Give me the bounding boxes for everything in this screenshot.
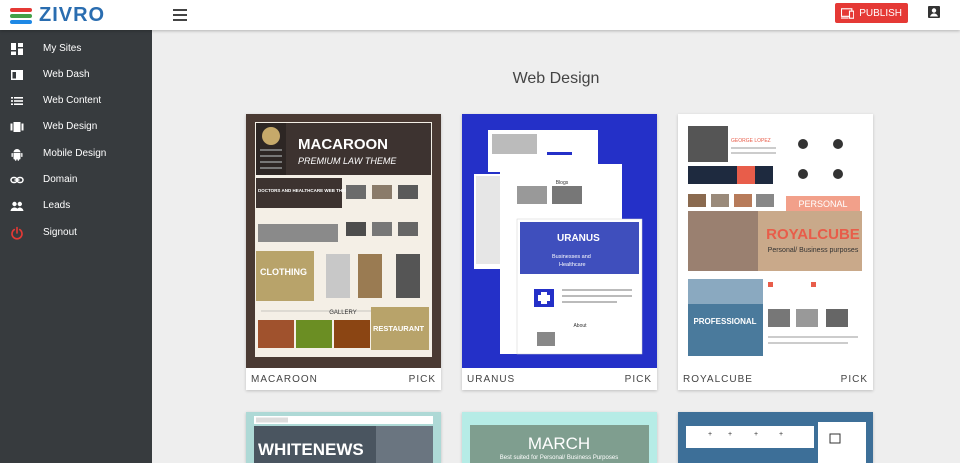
macaroon-preview-title: MACAROON <box>298 136 388 153</box>
template-name: MACAROON <box>251 374 318 385</box>
menu-toggle-icon[interactable] <box>173 9 187 21</box>
sidebar-item-label: My Sites <box>43 43 82 54</box>
sidebar-item-label: Web Dash <box>43 69 90 80</box>
link-icon <box>10 176 24 184</box>
royalcube-preview-subtitle: Personal/ Business purposes <box>768 247 859 254</box>
template-card-footer: URANUS PICK <box>462 368 657 390</box>
royalcube-preview-banner: PROFESSIONAL <box>693 317 756 326</box>
devices-icon <box>841 7 855 19</box>
march-preview-graphic: MARCH Best suited for Personal/ Business… <box>462 412 657 463</box>
sidebar-item-leads[interactable]: Leads <box>0 193 152 219</box>
sidebar: My Sites Web Dash Web Content Web Design… <box>0 30 152 463</box>
royalcube-preview-title: ROYALCUBE <box>766 226 860 243</box>
macaroon-preview-section2: CLOTHING <box>260 267 307 277</box>
template-card-whitenews[interactable]: WHITENEWS <box>246 412 441 463</box>
sidebar-item-label: Mobile Design <box>43 148 107 159</box>
logo-stripes-icon <box>10 7 32 24</box>
uranus-preview-line2: Healthcare <box>559 262 586 268</box>
list-icon <box>11 97 23 105</box>
sidebar-item-label: Signout <box>43 227 77 238</box>
uranus-preview-title: URANUS <box>557 233 600 244</box>
sidebar-item-label: Leads <box>43 200 71 211</box>
uranus-preview-about: About <box>573 323 587 329</box>
template-preview-royalcube[interactable]: GEORGE LOPEZ PERSONAL ROYALCUBE Personal… <box>678 114 873 368</box>
macaroon-preview-graphic: MACAROON PREMIUM LAW THEME DOCTORS AND H… <box>246 114 441 368</box>
third-row2-preview-graphic: + + + + <box>678 412 873 463</box>
march-preview-subtitle: Best suited for Personal/ Business Purpo… <box>500 455 618 461</box>
uranus-preview-line1: Businesses and <box>552 254 591 260</box>
whitenews-preview-graphic: WHITENEWS <box>246 412 441 463</box>
brand-name: ZIVRO <box>39 4 106 26</box>
template-card-macaroon[interactable]: MACAROON PREMIUM LAW THEME DOCTORS AND H… <box>246 114 441 390</box>
plus-icon: + <box>708 431 712 438</box>
brand-logo[interactable]: ZIVRO <box>10 4 105 27</box>
sidebar-item-my-sites[interactable]: My Sites <box>0 36 152 62</box>
pick-button[interactable]: PICK <box>409 374 436 385</box>
template-name: ROYALCUBE <box>683 374 753 385</box>
plus-icon: + <box>779 431 783 438</box>
sidebar-item-web-content[interactable]: Web Content <box>0 88 152 114</box>
template-preview-uranus[interactable]: Blogs URANUS Businesses and Healthcare A… <box>462 114 657 368</box>
sidebar-item-domain[interactable]: Domain <box>0 167 152 193</box>
template-card-third-row2[interactable]: + + + + <box>678 412 873 463</box>
macaroon-preview-subtitle: PREMIUM LAW THEME <box>298 156 397 166</box>
web-dash-icon <box>11 70 23 80</box>
top-bar: ZIVRO PUBLISH <box>0 0 960 30</box>
macaroon-preview-section3: GALLERY <box>329 310 357 316</box>
march-preview-title: MARCH <box>528 434 590 453</box>
pick-button[interactable]: PICK <box>625 374 652 385</box>
template-card-uranus[interactable]: Blogs URANUS Businesses and Healthcare A… <box>462 114 657 390</box>
sidebar-item-signout[interactable]: Signout <box>0 220 152 246</box>
royalcube-preview-tag: PERSONAL <box>798 199 847 209</box>
sidebar-item-web-design[interactable]: Web Design <box>0 114 152 140</box>
sidebar-item-label: Web Design <box>43 121 98 132</box>
pick-button[interactable]: PICK <box>841 374 868 385</box>
dashboard-grid-icon <box>11 43 23 55</box>
sidebar-item-web-dash[interactable]: Web Dash <box>0 62 152 88</box>
power-icon <box>11 226 23 240</box>
sidebar-item-label: Domain <box>43 174 78 185</box>
template-card-footer: ROYALCUBE PICK <box>678 368 873 390</box>
template-preview-macaroon[interactable]: MACAROON PREMIUM LAW THEME DOCTORS AND H… <box>246 114 441 368</box>
template-card-footer: MACAROON PICK <box>246 368 441 390</box>
sidebar-item-label: Web Content <box>43 95 102 106</box>
uranus-preview-graphic: Blogs URANUS Businesses and Healthcare A… <box>462 114 657 368</box>
template-name: URANUS <box>467 374 516 385</box>
template-card-march[interactable]: MARCH Best suited for Personal/ Business… <box>462 412 657 463</box>
web-design-icon <box>10 122 24 132</box>
plus-icon: + <box>728 431 732 438</box>
macaroon-preview-section4: RESTAURANT <box>373 324 425 333</box>
whitenews-preview-title: WHITENEWS <box>258 440 364 459</box>
royalcube-preview-graphic: GEORGE LOPEZ PERSONAL ROYALCUBE Personal… <box>678 114 873 368</box>
android-icon <box>11 149 23 161</box>
page-title: Web Design <box>512 70 600 87</box>
publish-button[interactable]: PUBLISH <box>835 3 908 23</box>
plus-icon: + <box>754 431 758 438</box>
sidebar-item-mobile-design[interactable]: Mobile Design <box>0 141 152 167</box>
uranus-preview-blog: Blogs <box>556 180 569 186</box>
people-icon <box>10 201 24 211</box>
publish-label: PUBLISH <box>859 7 902 19</box>
account-box-icon[interactable] <box>927 5 941 19</box>
template-card-royalcube[interactable]: GEORGE LOPEZ PERSONAL ROYALCUBE Personal… <box>678 114 873 390</box>
macaroon-preview-section1: DOCTORS AND HEALTHCARE WEB THEMES <box>258 188 355 193</box>
royalcube-preview-person: GEORGE LOPEZ <box>731 138 771 144</box>
